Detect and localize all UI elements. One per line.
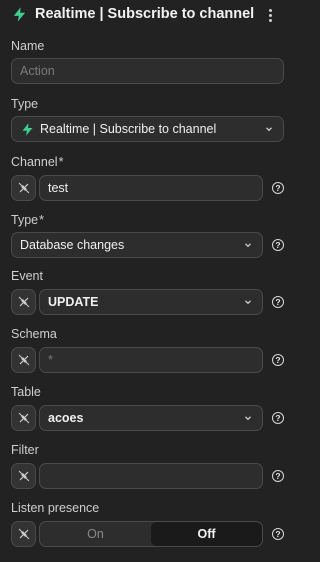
toggle-option-on[interactable]: On (40, 522, 151, 546)
table-label: Table (11, 385, 41, 399)
type-value: Realtime | Subscribe to channel (40, 122, 217, 136)
type-select[interactable]: Realtime | Subscribe to channel (11, 116, 284, 142)
help-circle-icon[interactable]: ? (272, 182, 284, 194)
chevron-down-icon (245, 243, 251, 248)
schema-binding-button[interactable] (11, 347, 36, 373)
help-circle-icon[interactable]: ? (272, 296, 284, 308)
help-circle-icon[interactable]: ? (272, 239, 284, 251)
subscription-type-label: Type* (11, 213, 44, 227)
filter-input[interactable] (39, 463, 263, 489)
panel-header: Realtime | Subscribe to channel (0, 0, 295, 30)
schema-label: Schema (11, 327, 57, 341)
table-value: acoes (48, 411, 84, 425)
unlink-icon (18, 296, 30, 308)
help-circle-icon[interactable]: ? (272, 354, 284, 366)
event-select[interactable]: UPDATE (39, 289, 263, 315)
listen-presence-toggle[interactable]: On Off (39, 521, 263, 547)
help-circle-icon[interactable]: ? (272, 412, 284, 424)
toggle-option-off[interactable]: Off (151, 522, 262, 546)
event-binding-button[interactable] (11, 289, 36, 315)
channel-input[interactable]: test (39, 175, 263, 201)
table-binding-button[interactable] (11, 405, 36, 431)
schema-input[interactable]: * (39, 347, 263, 373)
channel-value: test (48, 181, 69, 195)
listen-presence-label: Listen presence (11, 501, 100, 515)
unlink-icon (18, 470, 30, 482)
bolt-icon (22, 123, 33, 136)
unlink-icon (18, 182, 30, 194)
subscription-type-select[interactable]: Database changes (11, 232, 263, 258)
listen-presence-binding-button[interactable] (11, 521, 36, 547)
filter-label: Filter (11, 443, 39, 457)
schema-placeholder: * (48, 353, 53, 367)
help-circle-icon[interactable]: ? (272, 470, 284, 482)
name-label: Name (11, 39, 45, 53)
bolt-icon (13, 7, 26, 22)
chevron-down-icon (245, 300, 251, 305)
event-label: Event (11, 269, 43, 283)
unlink-icon (18, 354, 30, 366)
name-placeholder: Action (20, 64, 55, 78)
type-label: Type (11, 97, 39, 111)
unlink-icon (18, 412, 30, 424)
chevron-down-icon (245, 416, 251, 421)
subscription-type-value: Database changes (20, 238, 125, 252)
filter-binding-button[interactable] (11, 463, 36, 489)
more-vertical-icon[interactable] (263, 6, 277, 24)
table-select[interactable]: acoes (39, 405, 263, 431)
panel-title: Realtime | Subscribe to channel (35, 6, 255, 22)
chevron-down-icon (266, 127, 272, 132)
unlink-icon (18, 528, 30, 540)
channel-binding-button[interactable] (11, 175, 36, 201)
help-circle-icon[interactable]: ? (272, 528, 284, 540)
channel-label: Channel* (11, 155, 64, 169)
name-input[interactable]: Action (11, 58, 284, 84)
event-value: UPDATE (48, 295, 99, 309)
